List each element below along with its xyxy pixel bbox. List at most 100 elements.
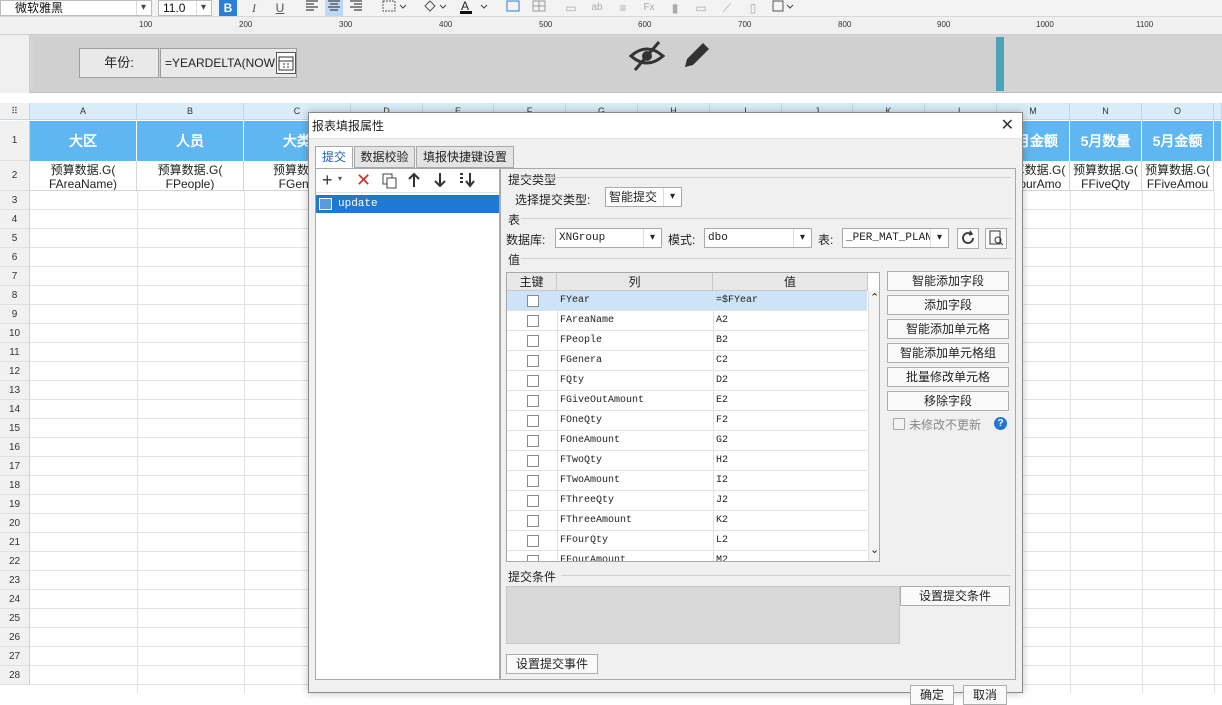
merge-icon[interactable] xyxy=(530,0,548,16)
primary-key-checkbox[interactable] xyxy=(527,535,539,547)
align-center-icon[interactable] xyxy=(325,0,343,16)
row-header[interactable]: 6 xyxy=(0,248,30,267)
smart-add-cell-group-button[interactable]: 智能添加单元格组 xyxy=(887,343,1009,363)
move-bottom-icon[interactable] xyxy=(458,172,478,191)
align-left-icon[interactable] xyxy=(303,0,321,16)
delete-icon[interactable]: ✕ xyxy=(356,169,371,191)
border-icon[interactable] xyxy=(380,0,410,16)
header-cell-b[interactable]: 人员 xyxy=(137,121,244,161)
primary-key-checkbox[interactable] xyxy=(527,295,539,307)
value-cell[interactable]: E2 xyxy=(713,391,867,411)
table-row[interactable]: FFourAmount M2 xyxy=(507,551,867,561)
value-cell[interactable]: J2 xyxy=(713,491,867,511)
row-header[interactable]: 16 xyxy=(0,438,30,457)
remove-field-button[interactable]: 移除字段 xyxy=(887,391,1009,411)
row-header[interactable]: 8 xyxy=(0,286,30,305)
move-down-icon[interactable] xyxy=(434,172,446,191)
database-select[interactable]: XNGroup ▾ xyxy=(555,228,662,248)
header-cell-p[interactable] xyxy=(1214,121,1222,161)
row-header[interactable]: 19 xyxy=(0,495,30,514)
smart-add-cell-button[interactable]: 智能添加单元格 xyxy=(887,319,1009,339)
value-cell[interactable]: D2 xyxy=(713,371,867,391)
column-name-cell[interactable]: FPeople xyxy=(557,331,712,351)
formula-icon[interactable]: Fx xyxy=(640,0,658,16)
font-color-icon[interactable]: A xyxy=(458,0,490,16)
chevron-down-icon[interactable]: ▾ xyxy=(338,174,342,183)
data-cell-o[interactable]: 预算数据.G( FFiveAmou xyxy=(1142,161,1214,191)
column-name-cell[interactable]: FFourAmount xyxy=(557,551,712,561)
header-cell-a[interactable]: 大区 xyxy=(30,121,137,161)
value-cell[interactable]: K2 xyxy=(713,511,867,531)
image-icon[interactable]: ▭ xyxy=(692,0,710,16)
more-icon[interactable] xyxy=(770,0,796,16)
column-name-cell[interactable]: FThreeQty xyxy=(557,491,712,511)
table-row[interactable]: FAreaName A2 xyxy=(507,311,867,331)
set-submit-event-button[interactable]: 设置提交事件 xyxy=(506,654,598,674)
table-row[interactable]: FQty D2 xyxy=(507,371,867,391)
row-header[interactable]: 23 xyxy=(0,571,30,590)
underline-button[interactable]: U xyxy=(271,0,289,16)
align-right-icon[interactable] xyxy=(347,0,365,16)
slash-icon[interactable]: ⟋ xyxy=(718,0,736,16)
table-row[interactable]: FTwoQty H2 xyxy=(507,451,867,471)
table-row[interactable]: FYear =$FYear xyxy=(507,291,867,311)
row-header[interactable]: 7 xyxy=(0,267,30,286)
row-header[interactable]: 15 xyxy=(0,419,30,438)
row-header[interactable]: 10 xyxy=(0,324,30,343)
column-header[interactable] xyxy=(1214,103,1222,120)
row-header[interactable]: 18 xyxy=(0,476,30,495)
row-header[interactable]: 28 xyxy=(0,666,30,685)
row-header[interactable]: 13 xyxy=(0,381,30,400)
preview-table-button[interactable] xyxy=(985,228,1007,249)
tab-data-validation[interactable]: 数据校验 xyxy=(354,146,415,168)
table-row[interactable]: FOneQty F2 xyxy=(507,411,867,431)
table-row[interactable]: FOneAmount G2 xyxy=(507,431,867,451)
primary-key-checkbox[interactable] xyxy=(527,315,539,327)
wrap-icon[interactable] xyxy=(504,0,522,16)
column-name-cell[interactable]: FTwoAmount xyxy=(557,471,712,491)
chevron-down-icon[interactable]: ⌄ xyxy=(870,545,879,556)
value-cell[interactable]: =$FYear xyxy=(713,291,867,311)
data-cell-a[interactable]: 预算数据.G( FAreaName) xyxy=(30,161,137,191)
value-cell[interactable]: B2 xyxy=(713,331,867,351)
primary-key-checkbox[interactable] xyxy=(527,335,539,347)
row-header[interactable]: 17 xyxy=(0,457,30,476)
primary-key-checkbox[interactable] xyxy=(527,375,539,387)
column-name-cell[interactable]: FQty xyxy=(557,371,712,391)
row-header[interactable]: 22 xyxy=(0,552,30,571)
header-cell-n[interactable]: 5月数量 xyxy=(1070,121,1142,161)
value-cell[interactable]: M2 xyxy=(713,551,867,561)
table-select[interactable]: _PER_MAT_PLAN ▾ xyxy=(842,228,949,248)
list-item[interactable]: update xyxy=(316,195,499,213)
table-row[interactable]: FGenera C2 xyxy=(507,351,867,371)
row-header[interactable]: 4 xyxy=(0,210,30,229)
add-field-button[interactable]: 添加字段 xyxy=(887,295,1009,315)
table-scrollbar[interactable]: ⌃ ⌄ xyxy=(868,291,879,561)
chart-icon[interactable]: ▮ xyxy=(666,0,684,16)
refresh-button[interactable] xyxy=(957,228,979,249)
primary-key-checkbox[interactable] xyxy=(527,435,539,447)
row-header[interactable]: 21 xyxy=(0,533,30,552)
primary-key-checkbox[interactable] xyxy=(527,515,539,527)
column-name-cell[interactable]: FFourQty xyxy=(557,531,712,551)
row-header[interactable]: 1 xyxy=(0,121,30,161)
column-name-cell[interactable]: FAreaName xyxy=(557,311,712,331)
row-header[interactable]: 14 xyxy=(0,400,30,419)
tab-submit[interactable]: 提交 xyxy=(315,146,353,168)
table-row[interactable]: FGiveOutAmount E2 xyxy=(507,391,867,411)
edit-pencil-icon[interactable] xyxy=(681,39,713,71)
row-header[interactable]: 2 xyxy=(0,161,30,191)
tab-shortcut-settings[interactable]: 填报快捷键设置 xyxy=(416,146,514,168)
smart-add-field-button[interactable]: 智能添加字段 xyxy=(887,271,1009,291)
table-row[interactable]: FFourQty L2 xyxy=(507,531,867,551)
move-up-icon[interactable] xyxy=(408,172,420,191)
schema-select[interactable]: dbo ▾ xyxy=(704,228,812,248)
calendar-icon[interactable] xyxy=(276,52,296,74)
primary-key-checkbox[interactable] xyxy=(527,495,539,507)
value-cell[interactable]: I2 xyxy=(713,471,867,491)
data-cell-b[interactable]: 预算数据.G( FPeople) xyxy=(137,161,244,191)
data-cell-n[interactable]: 预算数据.G( FFiveQty xyxy=(1070,161,1142,191)
text-field-icon[interactable]: ▭ xyxy=(562,0,580,16)
copy-icon[interactable] xyxy=(382,173,398,192)
table-row[interactable]: FPeople B2 xyxy=(507,331,867,351)
